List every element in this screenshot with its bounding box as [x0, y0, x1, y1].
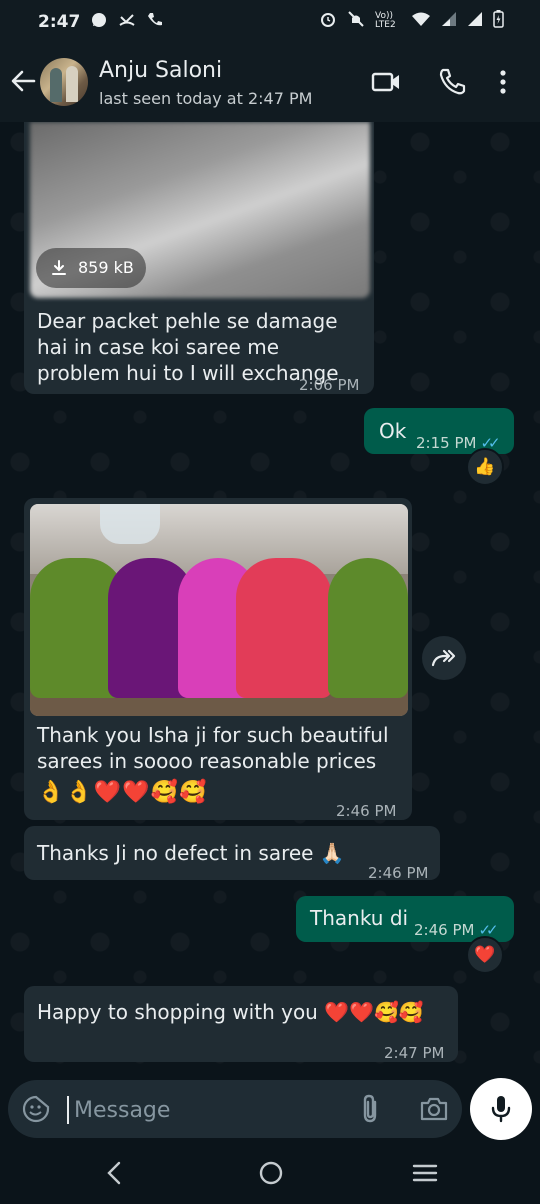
- mute-icon: [347, 10, 365, 32]
- saree-photo[interactable]: [30, 504, 408, 716]
- chat-header: Anju Saloni last seen today at 2:47 PM: [0, 44, 540, 122]
- attachment-size: 859 kB: [78, 258, 134, 277]
- contact-name[interactable]: Anju Saloni: [99, 58, 222, 83]
- nav-back-icon[interactable]: [100, 1158, 130, 1188]
- battery-icon: [493, 10, 504, 32]
- status-bar: 2:47 Vo)) LTE2: [0, 0, 540, 44]
- attach-icon[interactable]: [358, 1093, 384, 1125]
- nav-home-icon[interactable]: [256, 1158, 286, 1188]
- message-time: 2:46 PM: [368, 864, 429, 882]
- more-options-icon[interactable]: [497, 66, 529, 98]
- reaction-badge[interactable]: ❤️: [466, 936, 504, 974]
- message-outgoing[interactable]: Ok 2:15 PM ✓✓: [364, 408, 514, 454]
- message-incoming-image[interactable]: 859 kB Dear packet pehle se damage hai i…: [24, 122, 374, 394]
- forward-button[interactable]: [422, 636, 466, 680]
- chat-area[interactable]: 859 kB Dear packet pehle se damage hai i…: [0, 122, 540, 1080]
- forward-icon: [431, 649, 456, 667]
- nav-recents-icon[interactable]: [410, 1158, 440, 1188]
- reaction-badge[interactable]: 👍: [466, 448, 504, 486]
- alarm-icon: [319, 10, 337, 32]
- last-seen-status: last seen today at 2:47 PM: [99, 89, 313, 108]
- whatsapp-icon: [90, 11, 108, 33]
- camera-icon[interactable]: [419, 1094, 449, 1124]
- message-text: Thank you Isha ji for such beautiful sar…: [37, 723, 389, 773]
- avatar[interactable]: [40, 58, 88, 106]
- call-icon: [146, 11, 164, 33]
- message-time: 2:15 PM: [416, 434, 477, 452]
- message-incoming[interactable]: Thanks Ji no defect in saree 🙏🏻 2:46 PM: [24, 826, 440, 882]
- text-cursor: [67, 1096, 69, 1124]
- status-time: 2:47: [38, 12, 81, 32]
- message-text: Ok: [379, 419, 407, 443]
- wifi-icon: [411, 11, 431, 31]
- message-incoming-image[interactable]: Thank you Isha ji for such beautiful sar…: [24, 498, 412, 820]
- voice-message-button[interactable]: [470, 1078, 532, 1140]
- message-composer: [8, 1080, 462, 1138]
- voice-call-icon[interactable]: [436, 66, 468, 98]
- signal-icon: [441, 11, 457, 31]
- message-emojis: 👌👌❤️❤️🥰🥰: [37, 780, 208, 805]
- emoji-sticker-icon[interactable]: [22, 1095, 50, 1123]
- microphone-icon: [491, 1096, 511, 1123]
- message-time: 2:06 PM: [299, 376, 360, 394]
- message-incoming[interactable]: Happy to shopping with you ❤️❤️🥰🥰 2:47 P…: [24, 986, 458, 1062]
- back-arrow-icon[interactable]: [8, 66, 38, 96]
- volte-icon: Vo)) LTE2: [375, 11, 396, 30]
- message-text: Thanku di: [310, 906, 409, 930]
- message-input[interactable]: [72, 1092, 336, 1128]
- message-text: Thanks Ji no defect in saree 🙏🏻: [37, 841, 345, 865]
- message-text: Happy to shopping with you ❤️❤️🥰🥰: [37, 1000, 424, 1024]
- download-icon: [52, 260, 66, 275]
- signal-icon: [467, 11, 483, 31]
- message-time: 2:46 PM: [414, 921, 475, 939]
- message-outgoing[interactable]: Thanku di 2:46 PM ✓✓: [296, 896, 514, 942]
- video-call-icon[interactable]: [370, 66, 402, 98]
- message-time: 2:46 PM: [336, 802, 397, 820]
- download-button[interactable]: 859 kB: [36, 248, 146, 288]
- missed-call-icon: [118, 11, 136, 33]
- message-time: 2:47 PM: [384, 1044, 445, 1062]
- system-navigation-bar: [0, 1140, 540, 1204]
